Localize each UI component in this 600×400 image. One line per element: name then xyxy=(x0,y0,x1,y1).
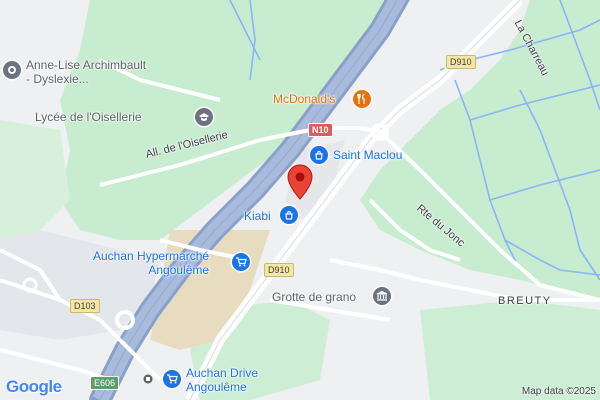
poi-auchan-drive-pin[interactable] xyxy=(163,370,181,388)
shopping-cart-icon xyxy=(236,257,247,267)
town-label-breuty: BREUTY xyxy=(498,295,552,307)
poi-grotte-label[interactable]: Grotte de grano xyxy=(272,290,356,304)
poi-saint-maclou-pin[interactable] xyxy=(310,146,328,164)
transit-stop-icon[interactable] xyxy=(143,374,153,384)
poi-anne-lise-pin[interactable] xyxy=(3,61,21,79)
poi-anne-lise-label[interactable]: Anne-Lise Archimbault - Dyslexie... xyxy=(26,58,146,86)
poi-auchan-hyper-label[interactable]: Auchan Hypermarché Angoulême xyxy=(93,249,209,277)
road-shield-d910-mid: D910 xyxy=(264,263,294,277)
poi-auchan-hyper-line1: Auchan Hypermarché xyxy=(93,249,210,263)
poi-grotte-pin[interactable] xyxy=(373,287,391,305)
poi-anne-lise-line2: - Dyslexie... xyxy=(26,72,89,86)
poi-mcdonalds-pin[interactable] xyxy=(353,90,371,108)
poi-kiabi-label[interactable]: Kiabi xyxy=(244,209,271,223)
road-shield-d910-top: D910 xyxy=(446,55,476,69)
map-attribution[interactable]: Map data ©2025 xyxy=(522,386,596,397)
poi-kiabi-pin[interactable] xyxy=(280,206,298,224)
place-icon xyxy=(8,66,16,74)
road-shield-e606: E606 xyxy=(90,376,120,390)
poi-saint-maclou-label[interactable]: Saint Maclou xyxy=(333,148,402,162)
poi-auchan-drive-line2: Angoulême xyxy=(186,380,247,394)
google-logo: Google xyxy=(6,377,62,396)
shopping-bag-icon xyxy=(315,150,323,160)
poi-lycee-label[interactable]: Lycée de l'Oisellerie xyxy=(35,110,142,124)
poi-anne-lise-line1: Anne-Lise Archimbault xyxy=(26,58,147,72)
map-canvas[interactable]: Anne-Lise Archimbault - Dyslexie... Lycé… xyxy=(0,0,600,400)
landmark-icon xyxy=(376,291,388,301)
shopping-bag-icon xyxy=(285,210,293,220)
road-shield-d103: D103 xyxy=(70,299,100,313)
poi-mcdonalds-label[interactable]: McDonald's xyxy=(273,92,335,106)
school-icon xyxy=(199,113,209,121)
shopping-cart-icon xyxy=(167,374,178,384)
restaurant-icon xyxy=(357,93,365,104)
location-pin-icon[interactable] xyxy=(287,164,313,200)
poi-auchan-hyper-pin[interactable] xyxy=(232,253,250,271)
poi-auchan-drive-label[interactable]: Auchan Drive Angoulême xyxy=(186,366,258,394)
poi-lycee-pin[interactable] xyxy=(195,108,213,126)
road-shield-n10: N10 xyxy=(308,123,333,137)
poi-auchan-hyper-line2: Angoulême xyxy=(148,263,210,277)
poi-auchan-drive-line1: Auchan Drive xyxy=(186,366,259,380)
